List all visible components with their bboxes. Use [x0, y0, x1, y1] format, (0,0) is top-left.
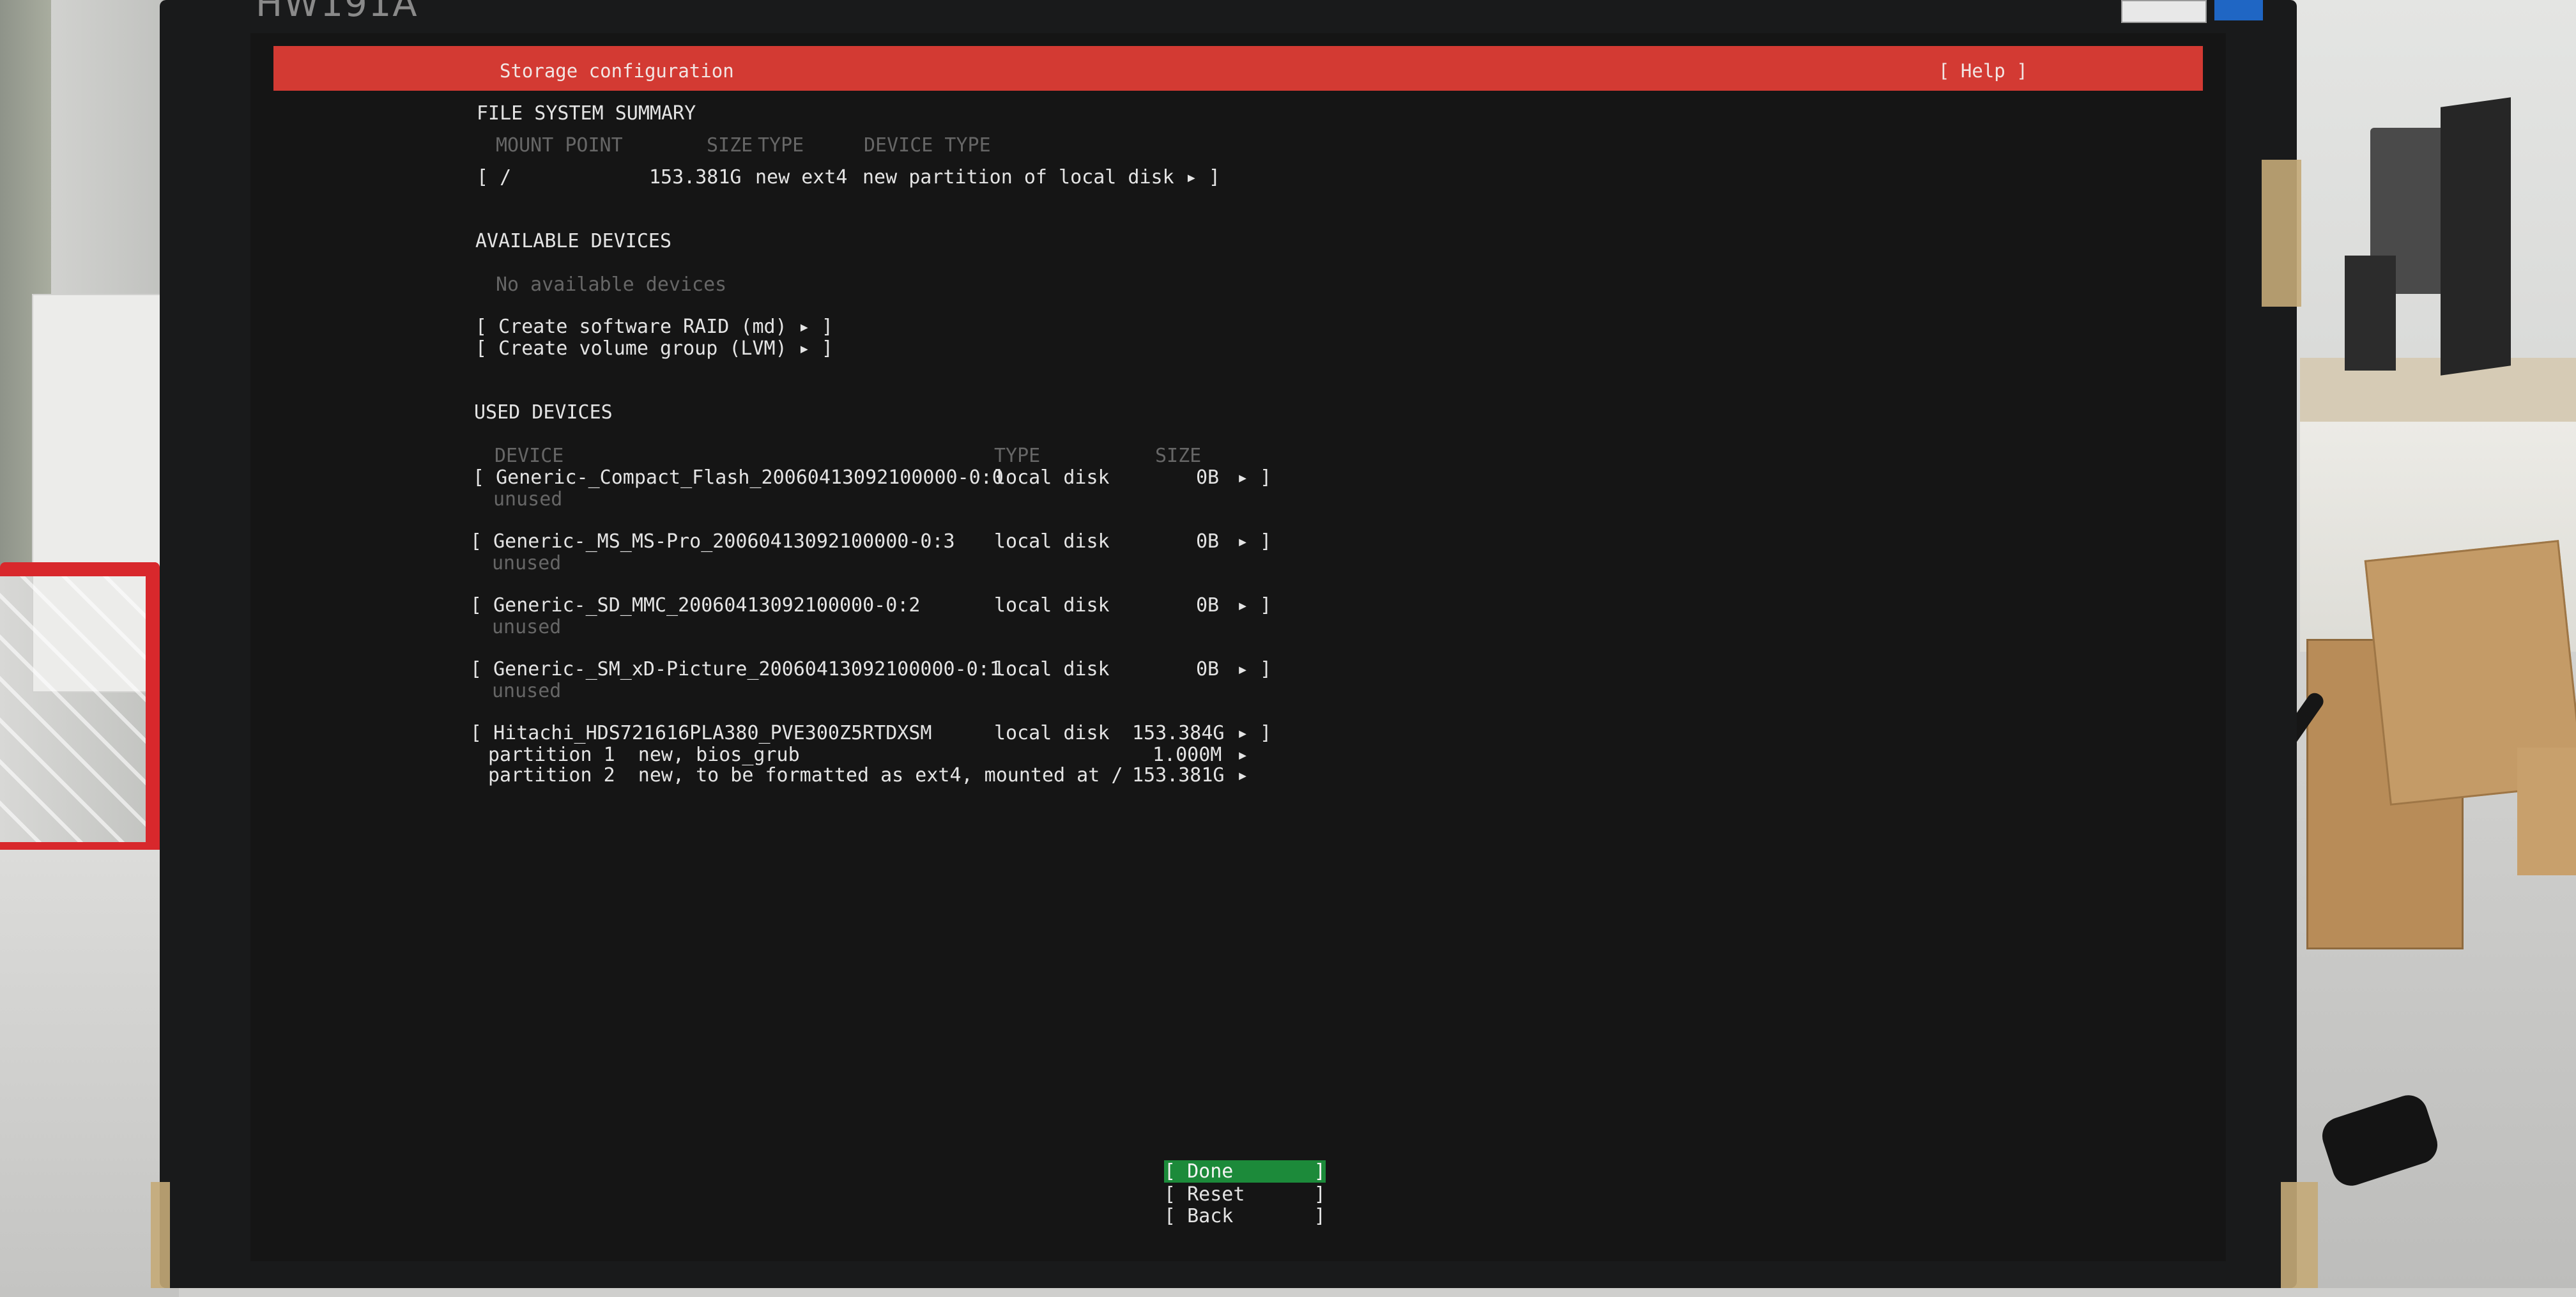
device-name: [ Hitachi_HDS721616PLA380_PVE300Z5RTDXSM	[470, 722, 932, 744]
fs-row-mount: [ /	[477, 166, 512, 188]
device-size: 0B	[1196, 466, 1220, 489]
device-size: 0B	[1196, 658, 1220, 680]
monitor-sticker	[2121, 0, 2207, 23]
device-status: unused	[492, 616, 562, 638]
device-name: [ Generic-_MS_MS-Pro_20060413092100000-0…	[470, 530, 955, 553]
partition-label: partition 2 new, to be formatted as ext4…	[488, 764, 1123, 787]
back-button[interactable]: [ Back ]	[1164, 1205, 1326, 1227]
device-status: unused	[492, 552, 562, 574]
file-system-summary-heading: FILE SYSTEM SUMMARY	[477, 102, 696, 125]
available-devices-heading: AVAILABLE DEVICES	[475, 230, 672, 252]
partition-size: 153.381G	[1132, 764, 1225, 787]
background-far-monitor	[2441, 97, 2511, 376]
no-available-devices-text: No available devices	[496, 273, 727, 296]
fs-row-type: new ext4	[755, 166, 848, 188]
device-size: 0B	[1196, 594, 1220, 617]
background-far-desk	[2300, 358, 2576, 428]
tape-strip	[151, 1182, 170, 1288]
installer-screen: Storage configuration [ Help ] FILE SYST…	[250, 33, 2226, 1261]
device-status: unused	[492, 680, 562, 702]
device-type: local disk	[994, 658, 1110, 680]
background-red-frame	[0, 562, 160, 856]
fs-col-device-header: DEVICE TYPE	[864, 134, 991, 157]
partition-size: 1.000M	[1153, 744, 1222, 766]
device-size: 153.384G	[1132, 722, 1225, 744]
reset-button[interactable]: [ Reset ]	[1164, 1183, 1326, 1206]
tape-strip	[2262, 160, 2301, 307]
used-devices-heading: USED DEVICES	[474, 401, 613, 424]
used-col-device-header: DEVICE	[494, 445, 564, 467]
background-cardboard-box	[2517, 748, 2576, 875]
create-raid-button[interactable]: [ Create software RAID (md) ▸ ]	[475, 316, 833, 338]
background-far-monitor-small	[2345, 256, 2396, 371]
device-type: local disk	[994, 594, 1110, 617]
device-status: unused	[493, 488, 563, 510]
partition-menu-arrow[interactable]: ▸	[1237, 744, 1248, 766]
partition-menu-arrow[interactable]: ▸	[1237, 764, 1248, 787]
device-menu-arrow[interactable]: ▸ ]	[1237, 594, 1271, 617]
page-title: Storage configuration	[500, 60, 734, 82]
device-type: local disk	[994, 530, 1110, 553]
device-menu-arrow[interactable]: ▸ ]	[1237, 466, 1271, 489]
header-bar: Storage configuration [ Help ]	[273, 46, 2203, 91]
device-menu-arrow[interactable]: ▸ ]	[1237, 530, 1271, 553]
device-menu-arrow[interactable]: ▸ ]	[1237, 722, 1271, 744]
tape-strip	[2281, 1182, 2318, 1288]
monitor-brand-label: HW191A	[256, 0, 418, 25]
device-name: [ Generic-_Compact_Flash_200604130921000…	[473, 466, 1004, 489]
partition-label: partition 1 new, bios_grub	[488, 744, 800, 766]
fs-col-mount-header: MOUNT POINT	[496, 134, 623, 157]
device-name: [ Generic-_SD_MMC_20060413092100000-0:2	[470, 594, 921, 617]
fs-row-device: new partition of local disk ▸ ]	[862, 166, 1220, 188]
device-type: local disk	[994, 466, 1110, 489]
device-menu-arrow[interactable]: ▸ ]	[1237, 658, 1271, 680]
device-type: local disk	[994, 722, 1110, 744]
fs-col-type-header: TYPE	[758, 134, 804, 157]
done-button[interactable]: [ Done ]	[1164, 1160, 1326, 1183]
device-size: 0B	[1196, 530, 1220, 553]
used-col-type-header: TYPE	[994, 445, 1041, 467]
fs-row-size: 153.381G	[649, 166, 742, 188]
fs-col-size-header: SIZE	[707, 134, 753, 157]
device-name: [ Generic-_SM_xD-Picture_200604130921000…	[470, 658, 1001, 680]
used-col-size-header: SIZE	[1155, 445, 1202, 467]
create-lvm-button[interactable]: [ Create volume group (LVM) ▸ ]	[475, 337, 833, 360]
monitor-sticker	[2214, 0, 2263, 20]
help-button[interactable]: [ Help ]	[1938, 60, 2028, 82]
